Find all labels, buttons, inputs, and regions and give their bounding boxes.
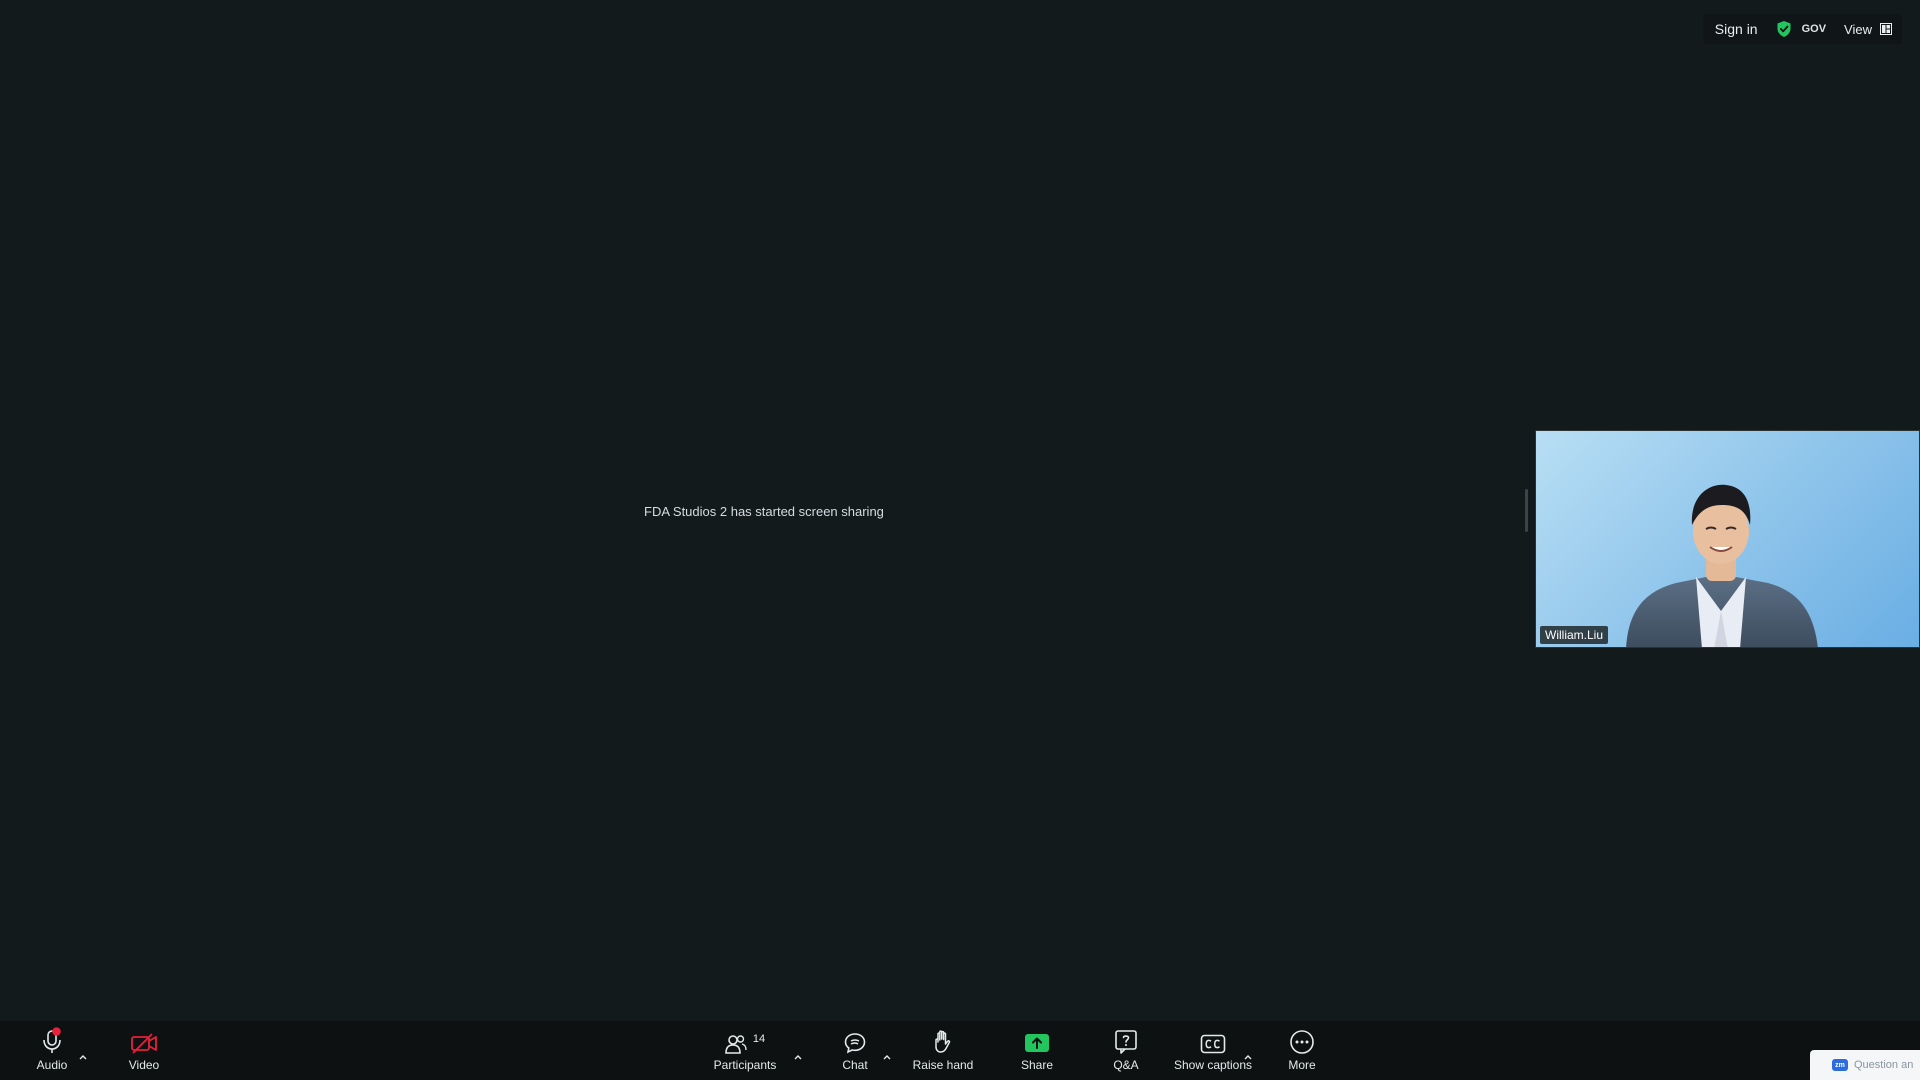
qa-notification-text: Question an — [1854, 1059, 1914, 1071]
participant-video-feed — [1626, 484, 1818, 647]
participant-name-tag: William.Liu — [1540, 626, 1609, 644]
microphone-icon — [40, 1021, 64, 1055]
more-button[interactable]: More — [1282, 1021, 1322, 1080]
audio-label: Audio — [36, 1058, 68, 1072]
chat-label: Chat — [842, 1058, 868, 1072]
qa-label: Q&A — [1113, 1058, 1139, 1072]
participant-video-tile[interactable]: William.Liu — [1535, 430, 1920, 648]
cc-icon — [1200, 1021, 1226, 1055]
screen-share-notice: FDA Studios 2 has started screen sharing — [644, 504, 884, 519]
participants-options-chevron-up-icon[interactable] — [793, 1053, 803, 1061]
qa-button[interactable]: Q&A — [1107, 1021, 1145, 1080]
top-bar: Sign in GOV View — [1702, 14, 1902, 44]
chat-icon — [843, 1021, 867, 1055]
sign-in-link[interactable]: Sign in — [1715, 21, 1758, 37]
chat-button[interactable]: Chat — [836, 1021, 874, 1080]
video-off-icon — [130, 1021, 158, 1055]
more-label: More — [1288, 1058, 1316, 1072]
grid-view-icon — [1880, 23, 1892, 35]
view-button[interactable]: View — [1844, 22, 1892, 37]
shield-check-icon — [1776, 20, 1792, 38]
video-label: Video — [128, 1058, 160, 1072]
chat-options-chevron-up-icon[interactable] — [882, 1053, 892, 1061]
qa-notification-toast[interactable]: zm Question an — [1810, 1050, 1920, 1080]
raise-hand-button[interactable]: Raise hand — [910, 1021, 976, 1080]
participant-count: 14 — [752, 1033, 766, 1045]
meeting-window: Sign in GOV View FDA Studios 2 has start… — [0, 0, 1920, 1080]
raise-hand-label: Raise hand — [912, 1058, 974, 1072]
share-label: Share — [1020, 1058, 1054, 1072]
participants-icon — [725, 1035, 747, 1054]
audio-button[interactable]: Audio — [30, 1021, 74, 1080]
more-icon — [1289, 1021, 1315, 1055]
hand-icon — [932, 1021, 954, 1055]
view-label: View — [1844, 21, 1872, 37]
participants-icon-wrap: 14 — [725, 1021, 765, 1055]
panel-resize-handle[interactable] — [1525, 489, 1528, 532]
gov-indicator[interactable]: GOV — [1776, 20, 1826, 38]
show-captions-button[interactable]: Show captions — [1171, 1021, 1255, 1080]
video-button[interactable]: Video — [122, 1021, 166, 1080]
audio-options-chevron-up-icon[interactable] — [78, 1053, 88, 1061]
gov-label: GOV — [1801, 23, 1827, 35]
question-icon — [1114, 1021, 1138, 1055]
participants-button[interactable]: 14 Participants — [708, 1021, 782, 1080]
participants-label: Participants — [713, 1058, 777, 1072]
meeting-toolbar: Audio Video 14 Participants Chat Raise h… — [0, 1021, 1920, 1080]
share-screen-button[interactable]: Share — [1018, 1021, 1056, 1080]
captions-options-chevron-up-icon[interactable] — [1243, 1053, 1253, 1061]
share-screen-icon — [1024, 1021, 1050, 1055]
show-captions-label: Show captions — [1173, 1058, 1253, 1072]
zoom-logo-icon: zm — [1832, 1059, 1848, 1071]
